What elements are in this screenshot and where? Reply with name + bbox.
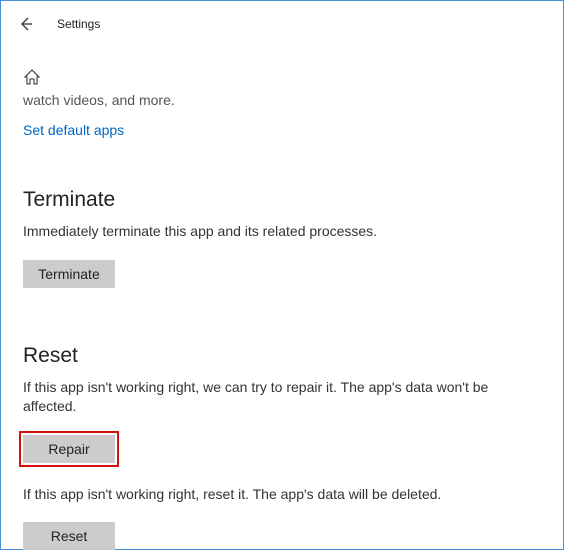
header-title: Settings (57, 17, 100, 31)
reset-desc-repair: If this app isn't working right, we can … (23, 378, 541, 417)
reset-title: Reset (23, 344, 541, 368)
home-row (1, 68, 563, 86)
reset-button[interactable]: Reset (23, 522, 115, 550)
terminate-button[interactable]: Terminate (23, 260, 115, 288)
cutoff-text: watch videos, and more. (23, 92, 541, 108)
header-bar: Settings (1, 1, 563, 44)
home-icon (23, 68, 41, 86)
terminate-section: Terminate Immediately terminate this app… (23, 188, 541, 288)
reset-desc-reset: If this app isn't working right, reset i… (23, 485, 541, 505)
repair-button[interactable]: Repair (23, 435, 115, 463)
reset-section: Reset If this app isn't working right, w… (23, 344, 541, 550)
terminate-title: Terminate (23, 188, 541, 212)
content-area: watch videos, and more. Set default apps… (1, 92, 563, 550)
home-button[interactable] (23, 68, 41, 86)
set-default-apps-link[interactable]: Set default apps (23, 122, 124, 138)
terminate-desc: Immediately terminate this app and its r… (23, 222, 541, 242)
back-arrow-icon (17, 16, 33, 32)
back-button[interactable] (15, 14, 35, 34)
